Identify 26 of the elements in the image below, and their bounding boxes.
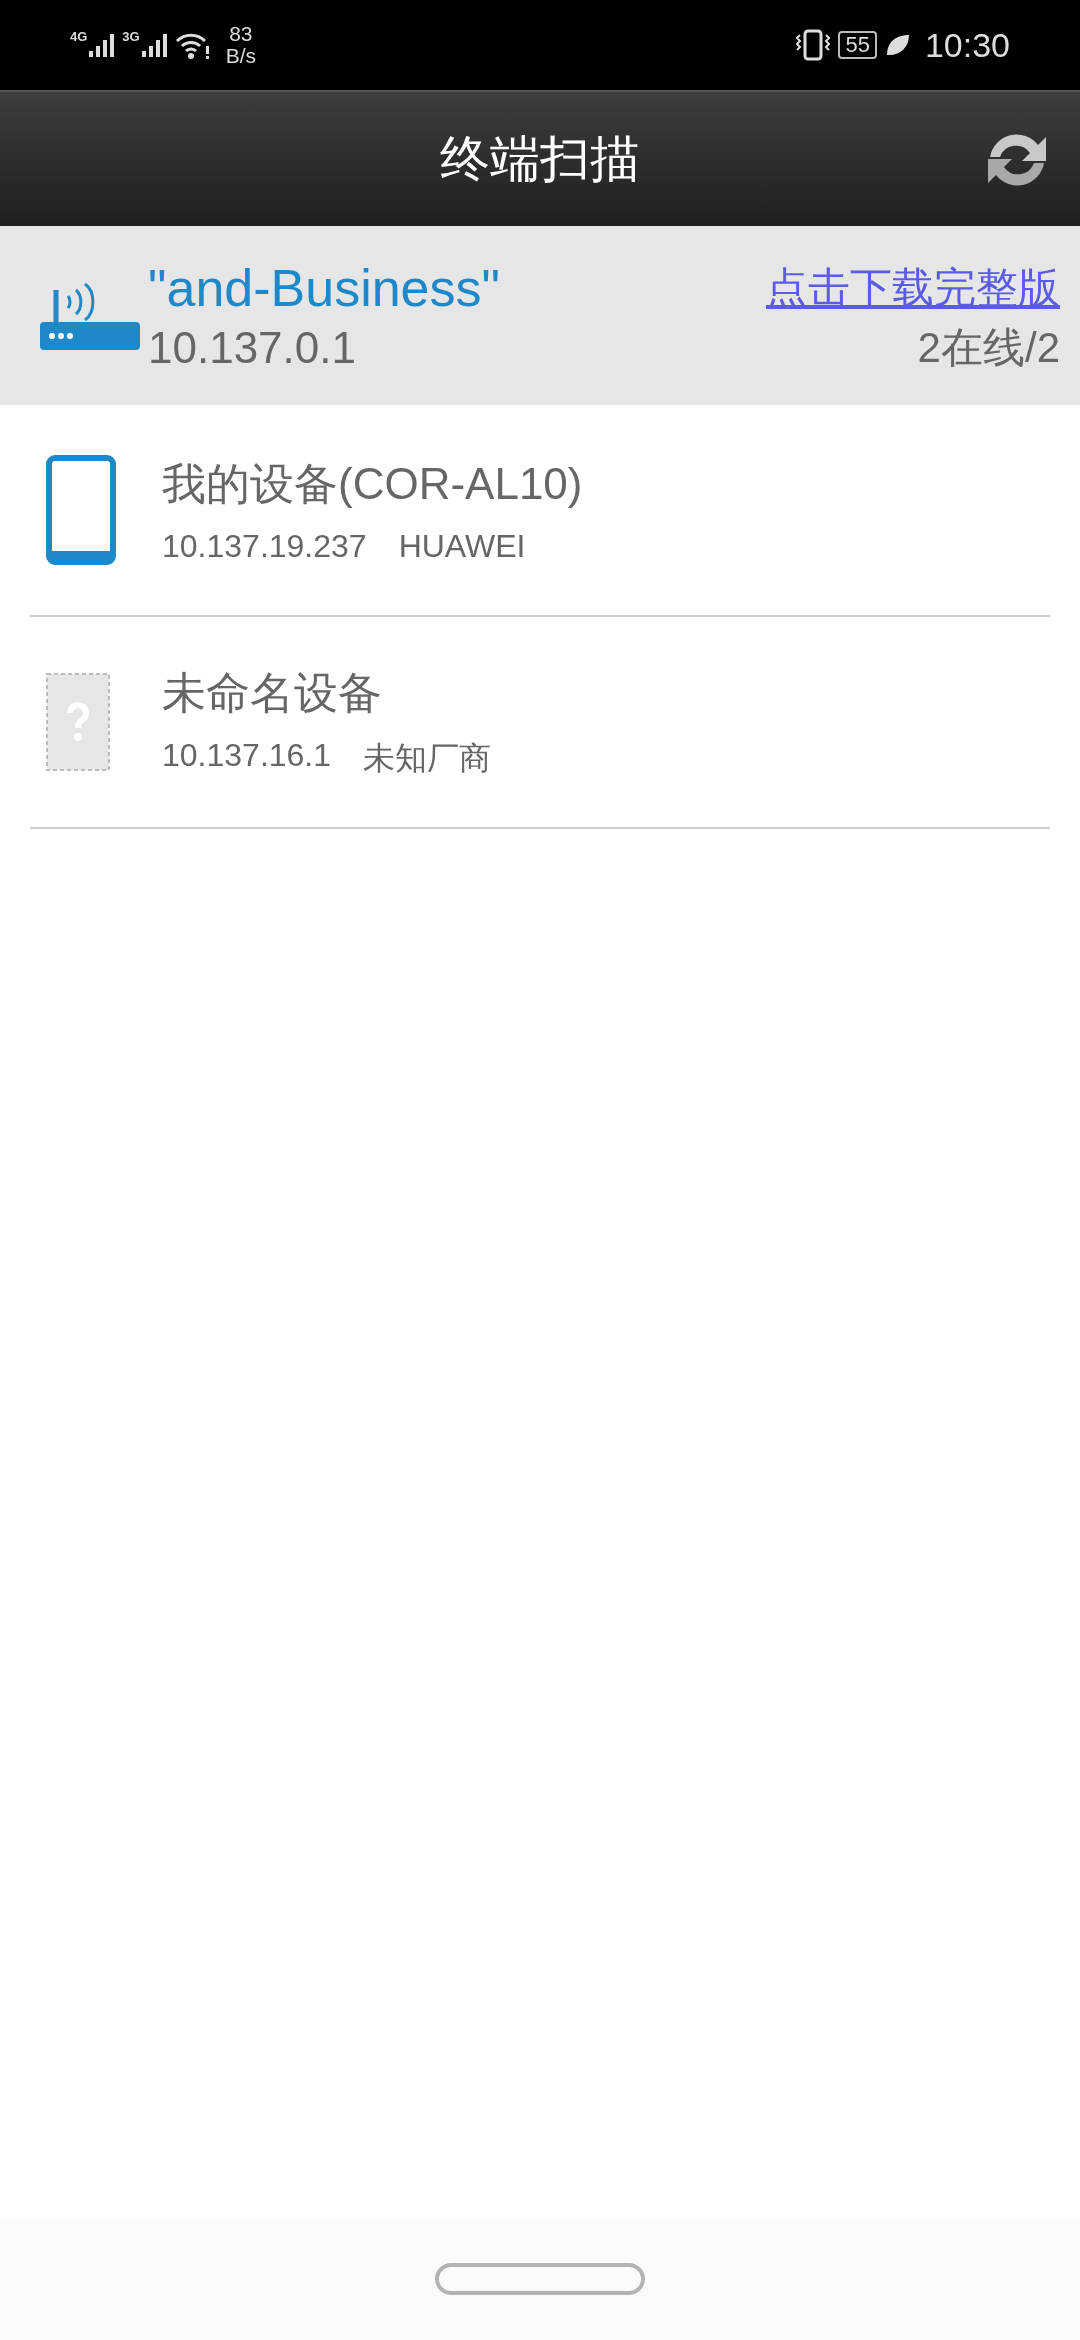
network-name: "and-Business" <box>148 257 501 319</box>
router-icon <box>40 281 140 350</box>
leaf-icon <box>884 33 911 57</box>
speed-value: 83 <box>228 23 254 45</box>
online-count: 2在线/2 <box>917 322 1060 373</box>
device-ip: 10.137.16.1 <box>162 736 332 775</box>
network-type-label: 3G <box>122 29 140 44</box>
battery-level: 55 <box>838 31 877 59</box>
device-name: 我的设备(COR-AL10) <box>162 458 583 510</box>
device-name: 未命名设备 <box>162 666 383 719</box>
signal-icon <box>141 33 167 57</box>
network-type-label: 4G <box>70 29 88 44</box>
clock-time: 10:30 <box>924 25 1010 65</box>
speed-unit: B/s <box>225 45 257 67</box>
device-ip: 10.137.19.237 <box>162 528 367 565</box>
gateway-ip: 10.137.0.1 <box>148 321 357 374</box>
device-vendor: HUAWEI <box>398 528 526 565</box>
screen-title: 终端扫描 <box>440 129 640 189</box>
signal-icon <box>89 33 115 57</box>
device-vendor: 未知厂商 <box>363 738 492 778</box>
download-link[interactable]: 点击下载完整版 <box>766 255 1060 320</box>
vibrate-icon <box>796 29 831 61</box>
device-list-item[interactable]: 未命名设备 10.137.16.1 未知厂商 <box>30 617 1050 827</box>
tablet-icon <box>46 455 116 565</box>
unknown-device-icon <box>46 673 110 771</box>
device-list-item[interactable]: 我的设备(COR-AL10) 10.137.19.237 HUAWEI <box>30 405 1050 615</box>
